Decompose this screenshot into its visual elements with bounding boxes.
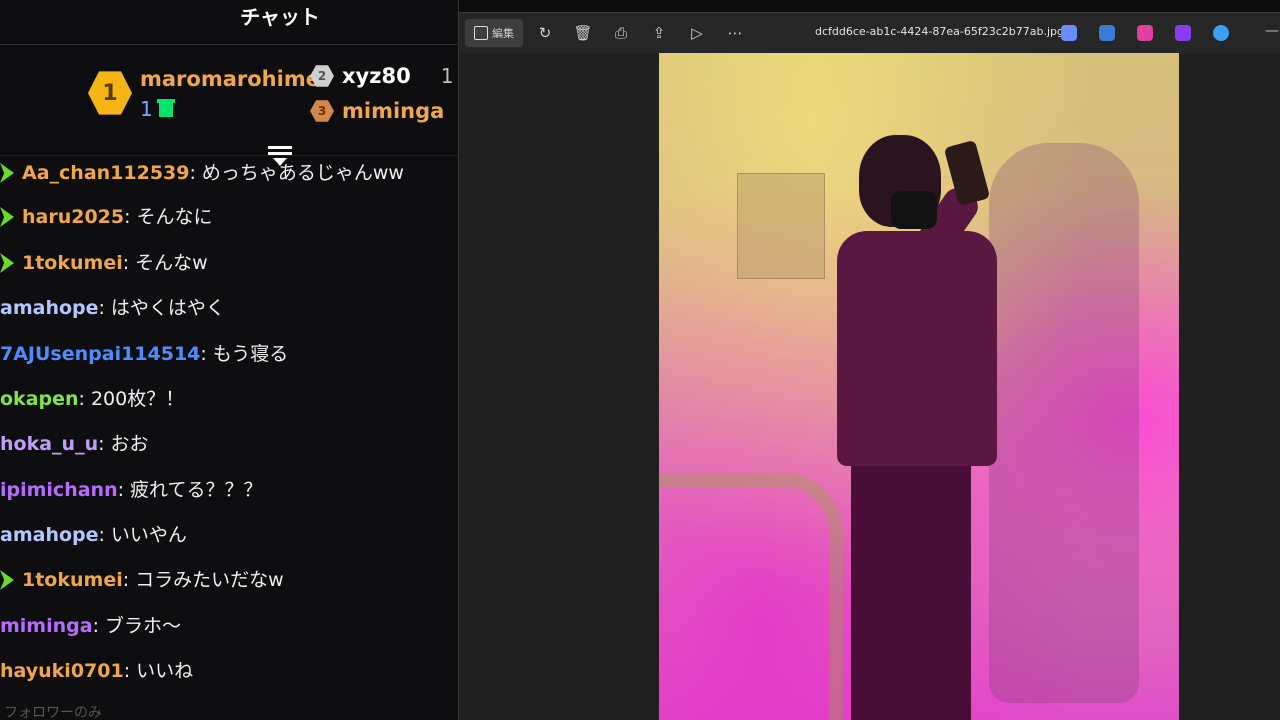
chat-username[interactable]: 7AJUsenpai114514 <box>0 341 200 367</box>
face-mask <box>891 191 937 229</box>
paint-icon[interactable] <box>1137 25 1153 41</box>
rotate-button[interactable]: ↻ <box>531 19 559 47</box>
rotate-icon: ↻ <box>538 24 552 42</box>
chat-message[interactable]: 1tokumei: コラみたいだなw <box>0 567 284 593</box>
chat-message[interactable]: amahope: いいやん <box>0 522 187 548</box>
chat-username[interactable]: amahope <box>0 522 99 548</box>
chat-text: そんなw <box>135 252 208 274</box>
clipchamp-icon[interactable] <box>1175 25 1191 41</box>
edit-button[interactable]: 編集 <box>465 19 523 47</box>
chat-message[interactable]: haru2025: そんなに <box>0 204 213 230</box>
play-icon: ▷ <box>691 24 703 42</box>
edit-icon <box>474 26 488 40</box>
chat-message[interactable]: amahope: はやくはやく <box>0 295 225 321</box>
onedrive-icon[interactable] <box>1213 25 1229 41</box>
trash-icon: 🗑 <box>573 24 593 42</box>
person-legs <box>851 458 971 720</box>
gift-leaderboard: 1 maromarohime 1 2 xyz80 1 3 miminga 1 <box>0 45 458 156</box>
window-top-strip <box>459 0 1280 12</box>
chat-panel: チャット 1 maromarohime 1 2 xyz80 1 3 miming… <box>0 0 458 720</box>
share-button[interactable]: ⇪ <box>645 19 673 47</box>
print-icon: ⎙ <box>614 24 627 42</box>
chat-text: はやくはやく <box>110 297 225 319</box>
photo-viewer-window: 編集 ↻ 🗑 ⎙ ⇪ ▷ ⋯ dcfdd6ce-ab1c-4424-87ea-6… <box>458 0 1280 720</box>
chat-username[interactable]: ipimichann <box>0 477 118 503</box>
chat-username[interactable]: hoka_u_u <box>0 431 98 457</box>
more-options-button[interactable]: ⋯ <box>721 19 749 47</box>
image-canvas <box>459 53 1280 720</box>
copilot-icon[interactable] <box>1061 25 1077 41</box>
chat-message-list: Aa_chan112539: めっちゃあるじゃんww haru2025: そんな… <box>0 150 458 720</box>
railing <box>659 473 843 720</box>
sub-badge-icon <box>0 570 14 590</box>
chat-message[interactable]: Aa_chan112539: めっちゃあるじゃんww <box>0 160 404 186</box>
share-icon: ⇪ <box>652 24 666 42</box>
chat-username[interactable]: hayuki0701 <box>0 658 124 684</box>
chat-message[interactable]: hayuki0701: いいね <box>0 658 193 684</box>
chat-username[interactable]: 1tokumei <box>22 250 123 276</box>
rank-1-badge-icon: 1 <box>88 71 132 115</box>
shadow <box>989 143 1139 703</box>
chat-username[interactable]: miminga <box>0 613 93 639</box>
chat-text: おお <box>110 433 149 455</box>
rank-1-gift-count: 1 <box>140 97 175 121</box>
chat-message[interactable]: 1tokumei: そんなw <box>0 250 208 276</box>
chat-mode-notice: フォロワーのみ <box>4 705 102 720</box>
chat-text: めっちゃあるじゃんww <box>201 162 404 184</box>
displayed-photo[interactable] <box>659 53 1179 720</box>
chat-text: 疲れてる？？？ <box>130 479 263 501</box>
chat-message[interactable]: miminga: ブラホ〜 <box>0 613 181 639</box>
minimize-button[interactable]: — <box>1265 23 1279 39</box>
file-name: dcfdd6ce-ab1c-4424-87ea-65f23c2b77ab.jpg <box>815 25 1064 38</box>
sub-badge-icon <box>0 207 14 227</box>
chat-text: ブラホ〜 <box>104 615 181 637</box>
sub-badge-icon <box>0 253 14 273</box>
leaderboard-rank-2[interactable]: 2 xyz80 1 <box>310 64 453 88</box>
more-icon: ⋯ <box>727 24 743 42</box>
chat-message[interactable]: okapen: 200枚？！ <box>0 386 184 412</box>
chat-username[interactable]: amahope <box>0 295 99 321</box>
sub-badge-icon <box>0 163 14 183</box>
delete-button[interactable]: 🗑 <box>569 19 597 47</box>
rank-3-username: miminga <box>342 99 445 123</box>
slideshow-button[interactable]: ▷ <box>683 19 711 47</box>
chat-text: いいね <box>136 660 194 682</box>
leaderboard-rank-3[interactable]: 3 miminga 1 <box>310 99 458 123</box>
chat-message[interactable]: ipimichann: 疲れてる？？？ <box>0 477 262 503</box>
rank-2-username: xyz80 <box>342 64 411 88</box>
chat-title: チャット <box>240 4 320 29</box>
designer-icon[interactable] <box>1099 25 1115 41</box>
wall-frame <box>737 173 825 279</box>
chat-text: コラみたいだなw <box>135 569 284 591</box>
rank-2-badge-icon: 2 <box>310 65 334 87</box>
print-button[interactable]: ⎙ <box>607 19 635 47</box>
edit-label: 編集 <box>492 27 514 40</box>
rank-1-count-value: 1 <box>140 97 153 121</box>
chat-header: チャット <box>0 0 458 45</box>
chat-username[interactable]: haru2025 <box>22 204 124 230</box>
chat-username[interactable]: 1tokumei <box>22 567 123 593</box>
chat-message[interactable]: hoka_u_u: おお <box>0 431 149 457</box>
rank-1-username: maromarohime <box>140 67 320 91</box>
rank-2-gift-count: 1 <box>440 64 454 88</box>
rank-3-badge-icon: 3 <box>310 100 334 122</box>
chat-username[interactable]: okapen <box>0 386 79 412</box>
collapse-leaderboard-icon[interactable] <box>268 146 292 168</box>
chat-username[interactable]: Aa_chan112539 <box>22 160 189 186</box>
chat-text: いいやん <box>110 524 187 546</box>
chat-text: もう寝る <box>212 343 289 365</box>
viewer-toolbar: 編集 ↻ 🗑 ⎙ ⇪ ▷ ⋯ dcfdd6ce-ab1c-4424-87ea-6… <box>459 12 1280 53</box>
gift-icon <box>156 99 175 117</box>
chat-message[interactable]: 7AJUsenpai114514: もう寝る <box>0 341 288 367</box>
chat-text: 200枚？！ <box>90 388 185 410</box>
chat-text: そんなに <box>136 206 213 228</box>
